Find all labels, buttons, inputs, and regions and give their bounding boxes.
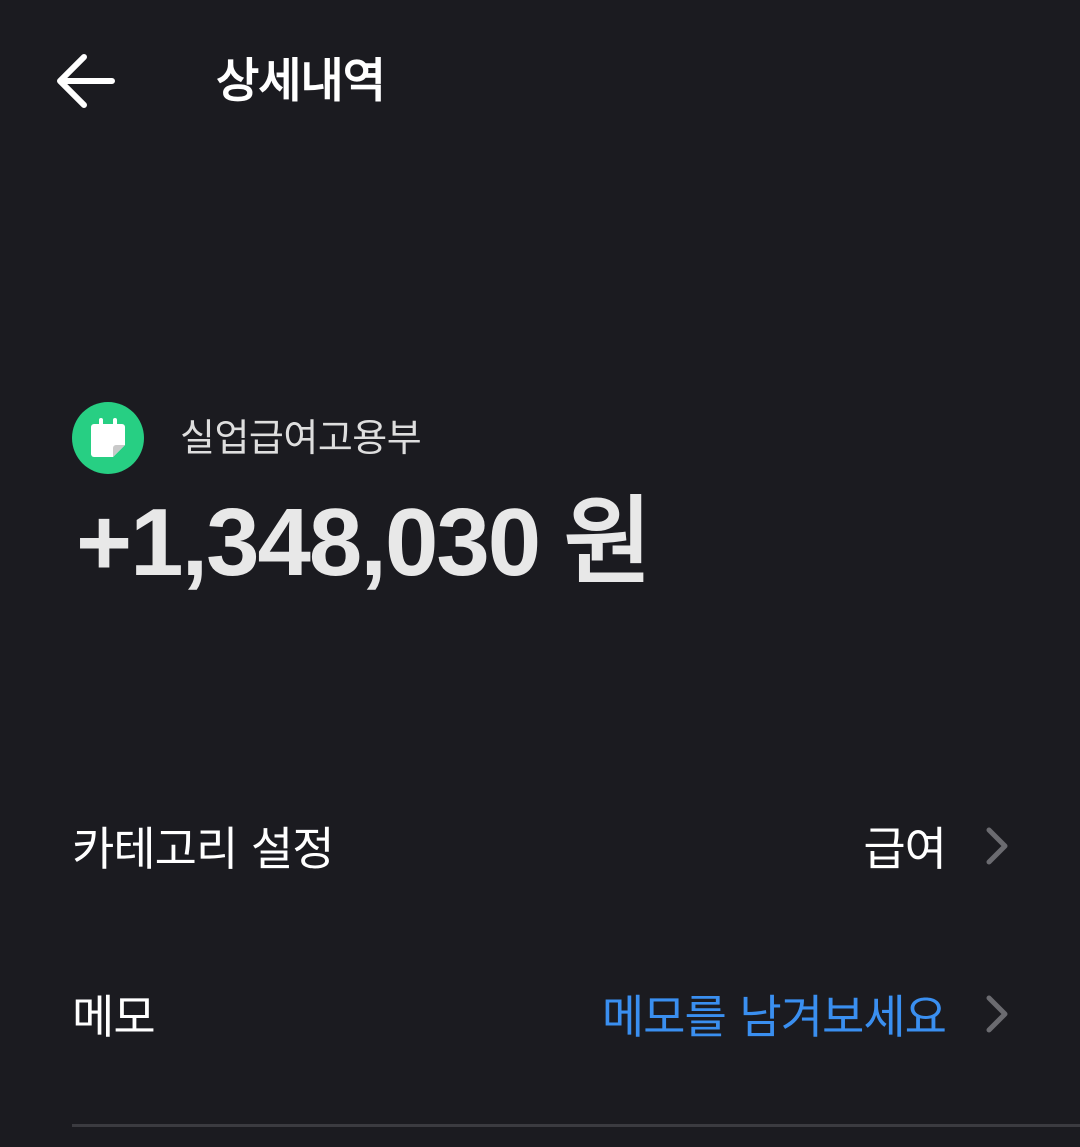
merchant-row: 실업급여고용부 — [72, 402, 422, 474]
memo-row[interactable]: 메모 메모를 남겨보세요 — [72, 974, 1012, 1054]
memo-label: 메모 — [72, 990, 156, 1044]
chevron-right-icon — [982, 826, 1012, 866]
category-setting-row[interactable]: 카테고리 설정 급여 — [72, 806, 1012, 886]
chevron-right-icon — [982, 994, 1012, 1034]
merchant-name: 실업급여고용부 — [180, 416, 422, 460]
memo-placeholder[interactable]: 메모를 남겨보세요 — [602, 981, 947, 1047]
category-right: 급여 — [863, 813, 1012, 879]
divider — [72, 1124, 1080, 1127]
category-label: 카테고리 설정 — [72, 822, 335, 876]
app-header: 상세내역 — [0, 0, 1080, 170]
page-title: 상세내역 — [216, 54, 386, 109]
transaction-amount: +1,348,030 원 — [76, 489, 652, 596]
category-value: 급여 — [863, 822, 947, 876]
back-button[interactable] — [50, 48, 120, 114]
calendar-note-icon — [72, 402, 144, 474]
arrow-left-icon — [57, 54, 115, 108]
memo-right: 메모를 남겨보세요 — [602, 981, 1012, 1047]
